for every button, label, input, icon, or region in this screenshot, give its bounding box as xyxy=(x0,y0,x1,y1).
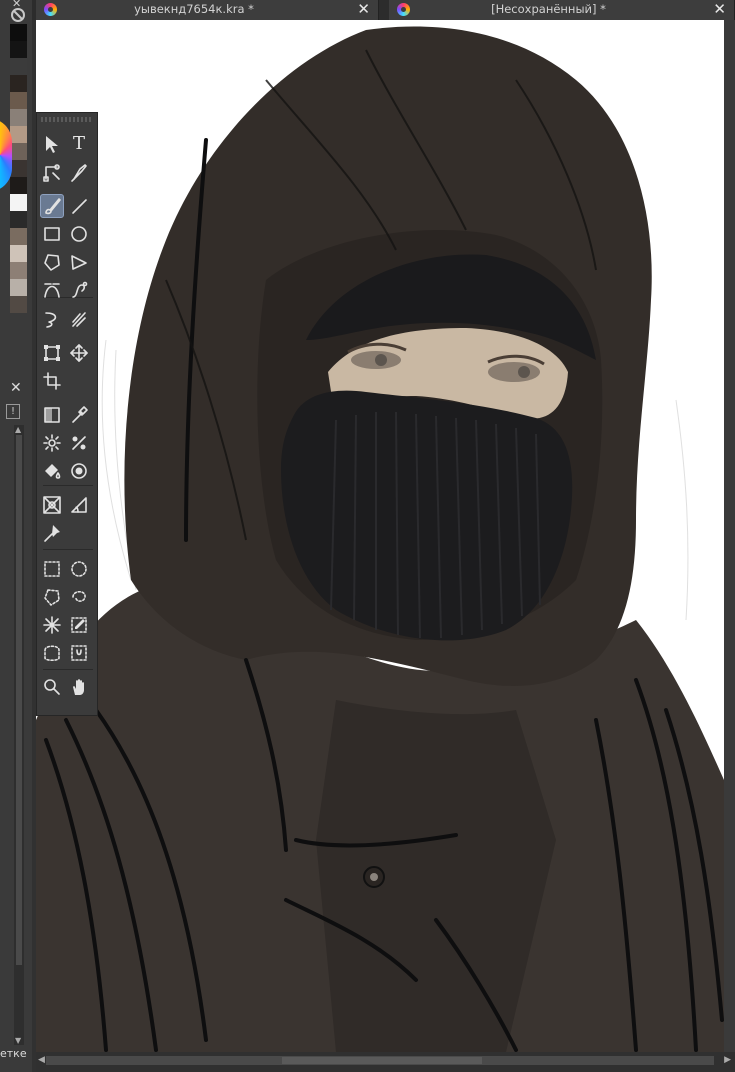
palette-swatch[interactable] xyxy=(10,126,27,143)
elliptical-selection-tool-icon[interactable] xyxy=(67,557,91,581)
tool-glyph: T xyxy=(72,133,85,154)
scroll-up-icon[interactable]: ▲ xyxy=(15,425,21,434)
palette-swatch[interactable] xyxy=(10,41,27,58)
info-icon[interactable]: ! xyxy=(6,404,20,419)
document-tab-2[interactable]: [Несохранённый] * ✕ xyxy=(389,0,735,20)
document-tab-1[interactable]: уывекнд7654к.kra * ✕ xyxy=(36,0,379,20)
assistant-tool-icon[interactable] xyxy=(40,493,64,517)
document-tab-bar: уывекнд7654к.kra * ✕ [Несохранённый] * ✕ xyxy=(0,0,735,20)
toolbox-grip[interactable] xyxy=(41,117,93,122)
rectangle-tool-icon[interactable] xyxy=(40,222,64,246)
transform-tool-icon[interactable] xyxy=(40,341,64,365)
scroll-right-icon[interactable]: ▶ xyxy=(724,1055,731,1065)
right-docker-strip xyxy=(724,20,735,1072)
calligraphy-tool-icon[interactable] xyxy=(67,160,91,184)
edit-shapes-tool-icon[interactable] xyxy=(40,160,64,184)
palette-swatch[interactable] xyxy=(10,245,27,262)
palette-swatch[interactable] xyxy=(10,194,27,211)
multibrush-tool-icon[interactable] xyxy=(67,307,91,331)
palette-swatch[interactable] xyxy=(10,160,27,177)
close-tab-icon[interactable]: ✕ xyxy=(713,1,726,17)
palette-swatch[interactable] xyxy=(10,75,27,92)
bezier-selection-tool-icon[interactable] xyxy=(40,641,64,665)
palette-swatch[interactable] xyxy=(10,279,27,296)
drawing-canvas[interactable] xyxy=(36,20,724,1052)
scroll-thumb[interactable] xyxy=(16,435,22,965)
scroll-left-icon[interactable]: ◀ xyxy=(38,1055,45,1065)
palette-swatch[interactable] xyxy=(10,228,27,245)
reference-images-tool-icon[interactable] xyxy=(40,521,64,545)
palette-swatch[interactable] xyxy=(10,109,27,126)
painting-hooded-figure xyxy=(36,26,724,1052)
tab-title: уывекнд7654к.kra * xyxy=(134,2,254,16)
color-picker-tool-icon[interactable] xyxy=(67,403,91,427)
colorize-mask-tool-icon[interactable] xyxy=(40,431,64,455)
freehand-brush-tool-icon[interactable] xyxy=(40,194,64,218)
text-tool-icon[interactable]: T xyxy=(67,132,91,156)
palette-swatch[interactable] xyxy=(10,211,27,228)
toolbox: T xyxy=(36,112,98,716)
right-eye xyxy=(488,362,540,382)
toolbox-divider xyxy=(43,549,93,550)
bezier-curve-tool-icon[interactable] xyxy=(40,278,64,302)
smart-patch-tool-icon[interactable] xyxy=(67,431,91,455)
palette-swatch[interactable] xyxy=(10,58,27,75)
palette-swatch[interactable] xyxy=(10,24,27,41)
close-docker-icon[interactable]: ✕ xyxy=(10,380,22,396)
line-tool-icon[interactable] xyxy=(67,194,91,218)
palette-swatch[interactable] xyxy=(10,296,27,313)
polygonal-selection-tool-icon[interactable] xyxy=(40,585,64,609)
fill-tool-icon[interactable] xyxy=(40,459,64,483)
dynamic-brush-tool-icon[interactable] xyxy=(40,307,64,331)
polygon-tool-icon[interactable] xyxy=(40,250,64,274)
polyline-tool-icon[interactable] xyxy=(67,250,91,274)
magnetic-selection-tool-icon[interactable] xyxy=(67,641,91,665)
no-color-icon[interactable] xyxy=(11,8,25,22)
tab-title: [Несохранённый] * xyxy=(491,2,606,16)
palette-swatch[interactable] xyxy=(10,177,27,194)
freehand-selection-tool-icon[interactable] xyxy=(67,585,91,609)
rectangular-selection-tool-icon[interactable] xyxy=(40,557,64,581)
similar-color-selection-tool-icon[interactable] xyxy=(67,613,91,637)
palette-swatch[interactable] xyxy=(10,262,27,279)
toolbox-divider xyxy=(43,669,93,670)
freehand-path-tool-icon[interactable] xyxy=(67,278,91,302)
enclose-and-fill-tool-icon[interactable] xyxy=(67,459,91,483)
close-tab-icon[interactable]: ✕ xyxy=(357,1,370,17)
zoom-tool-icon[interactable] xyxy=(40,675,64,699)
contiguous-selection-tool-icon[interactable] xyxy=(40,613,64,637)
ellipse-tool-icon[interactable] xyxy=(67,222,91,246)
move-tool-icon[interactable] xyxy=(67,341,91,365)
pan-tool-icon[interactable] xyxy=(67,675,91,699)
palette-swatch[interactable] xyxy=(10,143,27,160)
toolbox-divider xyxy=(43,485,93,486)
measure-tool-icon[interactable] xyxy=(67,493,91,517)
canvas-horizontal-scrollbar[interactable]: ◀ ▶ xyxy=(36,1052,735,1072)
left-docker-strip: ✕ ✕ ! ▲ ▼ етке xyxy=(0,0,32,1072)
docker-label: етке xyxy=(0,1047,27,1060)
scroll-down-icon[interactable]: ▼ xyxy=(15,1036,21,1045)
palette-swatch[interactable] xyxy=(10,92,27,109)
gradient-tool-icon[interactable] xyxy=(40,403,64,427)
crop-tool-icon[interactable] xyxy=(40,369,64,393)
docker-scrollbar[interactable]: ▲ ▼ xyxy=(14,425,24,1045)
select-shapes-tool-icon[interactable] xyxy=(40,132,64,156)
scroll-thumb[interactable] xyxy=(282,1057,482,1064)
